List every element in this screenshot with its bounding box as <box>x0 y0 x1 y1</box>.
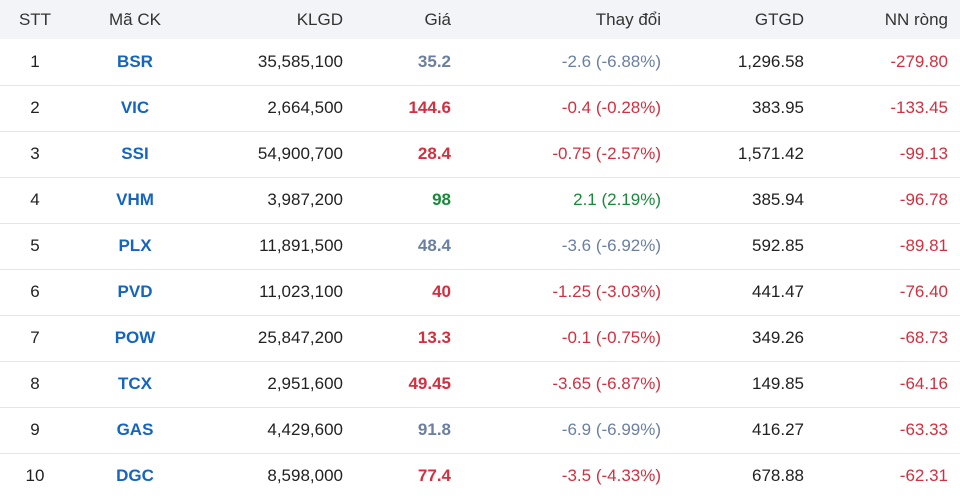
foreign-net-selling-table: STT Mã CK KLGD Giá Thay đổi GTGD NN ròng… <box>0 0 960 499</box>
cell-klgd: 25,847,200 <box>257 328 343 347</box>
cell-nn-rong: -99.13 <box>899 144 948 163</box>
cell-nn-rong: -96.78 <box>899 190 948 209</box>
cell-klgd: 11,891,500 <box>259 236 343 255</box>
cell-stt: 6 <box>30 282 40 301</box>
cell-gia: 91.8 <box>417 420 451 439</box>
cell-gtgd: 441.47 <box>752 282 804 301</box>
table-row[interactable]: 9 GAS 4,429,600 91.8 -6.9 (-6.99%) 416.27 -63.… <box>0 407 960 453</box>
table-row[interactable]: 5 PLX 11,891,500 48.4 -3.6 (-6.92%) 592.85 -89… <box>0 223 960 269</box>
cell-gtgd: 1,296.58 <box>737 51 804 71</box>
table-row[interactable]: 3 SSI 54,900,700 28.4 -0.75 (-2.57%) 1,571.42… <box>0 131 960 177</box>
cell-thay-doi: -3.6 (-6.92%) <box>561 236 661 255</box>
cell-klgd: 8,598,000 <box>267 466 343 486</box>
cell-klgd: 54,900,700 <box>257 144 343 163</box>
table-row[interactable]: 4 VHM 3,987,200 98 2.1 (2.19%) 385.94 -96.78 <box>0 177 960 223</box>
table-row[interactable]: 1 BSR 35,585,100 35.2 -2.6 (-6.88%) 1,296.58 -… <box>0 39 960 85</box>
ticker-link[interactable]: VHM <box>70 177 200 223</box>
cell-klgd: 2,951,600 <box>267 374 343 393</box>
cell-nn-rong: -76.40 <box>899 282 948 301</box>
cell-stt: 3 <box>30 144 40 163</box>
cell-gtgd: 1,571.42 <box>737 144 804 163</box>
cell-thay-doi: 2.1 (2.19%) <box>573 190 661 209</box>
ticker-link[interactable]: GAS <box>70 407 200 453</box>
cell-stt: 5 <box>30 236 40 255</box>
cell-thay-doi: -1.25 (-3.03%) <box>552 282 661 301</box>
table-row[interactable]: 8 TCX 2,951,600 49.45 -3.65 (-6.87%) 149.85 -6… <box>0 361 960 407</box>
cell-nn-rong: -68.73 <box>899 328 948 347</box>
cell-gtgd: 416.27 <box>752 420 804 439</box>
cell-gtgd: 592.85 <box>752 236 804 255</box>
header-stt[interactable]: STT <box>0 0 70 39</box>
cell-gia: 13.3 <box>417 328 451 347</box>
cell-klgd: 35,585,100 <box>257 51 343 71</box>
cell-stt: 4 <box>30 190 40 209</box>
cell-stt: 7 <box>30 328 40 347</box>
cell-thay-doi: -3.65 (-6.87%) <box>552 374 661 393</box>
ticker-link[interactable]: DGC <box>70 453 200 499</box>
cell-thay-doi: -3.5 (-4.33%) <box>561 466 661 486</box>
cell-nn-rong: -63.33 <box>899 420 948 439</box>
cell-nn-rong: -89.81 <box>899 236 948 255</box>
cell-gtgd: 349.26 <box>752 328 804 347</box>
cell-stt: 10 <box>25 466 45 486</box>
cell-thay-doi: -0.1 (-0.75%) <box>561 328 661 347</box>
ticker-link[interactable]: VIC <box>70 85 200 131</box>
ticker-link[interactable]: SSI <box>70 131 200 177</box>
cell-gia: 40 <box>432 282 451 301</box>
cell-gtgd: 383.95 <box>752 98 804 117</box>
cell-gtgd: 385.94 <box>752 190 804 209</box>
cell-klgd: 4,429,600 <box>267 420 343 439</box>
header-ma-ck[interactable]: Mã CK <box>70 0 200 39</box>
cell-stt: 1 <box>30 51 40 71</box>
cell-nn-rong: -133.45 <box>890 98 948 117</box>
ticker-link[interactable]: BSR <box>70 39 200 85</box>
cell-klgd: 2,664,500 <box>267 98 343 117</box>
table-row[interactable]: 2 VIC 2,664,500 144.6 -0.4 (-0.28%) 383.95 -13… <box>0 85 960 131</box>
header-gtgd[interactable]: GTGD <box>673 0 816 39</box>
cell-nn-rong: -62.31 <box>899 466 948 486</box>
cell-klgd: 11,023,100 <box>259 282 343 301</box>
ticker-link[interactable]: PLX <box>70 223 200 269</box>
table-row[interactable]: 7 POW 25,847,200 13.3 -0.1 (-0.75%) 349.26 -68… <box>0 315 960 361</box>
cell-thay-doi: -2.6 (-6.88%) <box>561 51 661 71</box>
cell-stt: 9 <box>30 420 40 439</box>
table-row[interactable]: 6 PVD 11,023,100 40 -1.25 (-3.03%) 441.47 -76.… <box>0 269 960 315</box>
cell-thay-doi: -0.75 (-2.57%) <box>552 144 661 163</box>
cell-nn-rong: -279.80 <box>890 51 948 71</box>
header-row: STT Mã CK KLGD Giá Thay đổi GTGD NN ròng <box>0 0 960 39</box>
cell-stt: 2 <box>30 98 40 117</box>
ticker-link[interactable]: POW <box>70 315 200 361</box>
cell-gia: 35.2 <box>417 51 451 71</box>
ticker-link[interactable]: TCX <box>70 361 200 407</box>
cell-klgd: 3,987,200 <box>267 190 343 209</box>
cell-thay-doi: -6.9 (-6.99%) <box>561 420 661 439</box>
cell-gia: 98 <box>432 190 451 209</box>
table-header: STT Mã CK KLGD Giá Thay đổi GTGD NN ròng <box>0 0 960 39</box>
table-row[interactable]: 10 DGC 8,598,000 77.4 -3.5 (-4.33%) 678.88 -62… <box>0 453 960 499</box>
cell-gia: 49.45 <box>408 374 451 393</box>
cell-stt: 8 <box>30 374 40 393</box>
ticker-link[interactable]: PVD <box>70 269 200 315</box>
header-klgd[interactable]: KLGD <box>200 0 355 39</box>
cell-gia: 144.6 <box>408 98 451 117</box>
cell-gia: 28.4 <box>417 144 451 163</box>
header-gia[interactable]: Giá <box>355 0 463 39</box>
table-body: 1 BSR 35,585,100 35.2 -2.6 (-6.88%) 1,296.58 -… <box>0 39 960 499</box>
cell-nn-rong: -64.16 <box>899 374 948 393</box>
cell-gtgd: 149.85 <box>752 374 804 393</box>
cell-gia: 77.4 <box>417 466 451 486</box>
cell-gtgd: 678.88 <box>752 466 804 486</box>
cell-thay-doi: -0.4 (-0.28%) <box>561 98 661 117</box>
header-nn-rong[interactable]: NN ròng <box>816 0 960 39</box>
cell-gia: 48.4 <box>417 236 451 255</box>
header-thay-doi[interactable]: Thay đổi <box>463 0 673 39</box>
